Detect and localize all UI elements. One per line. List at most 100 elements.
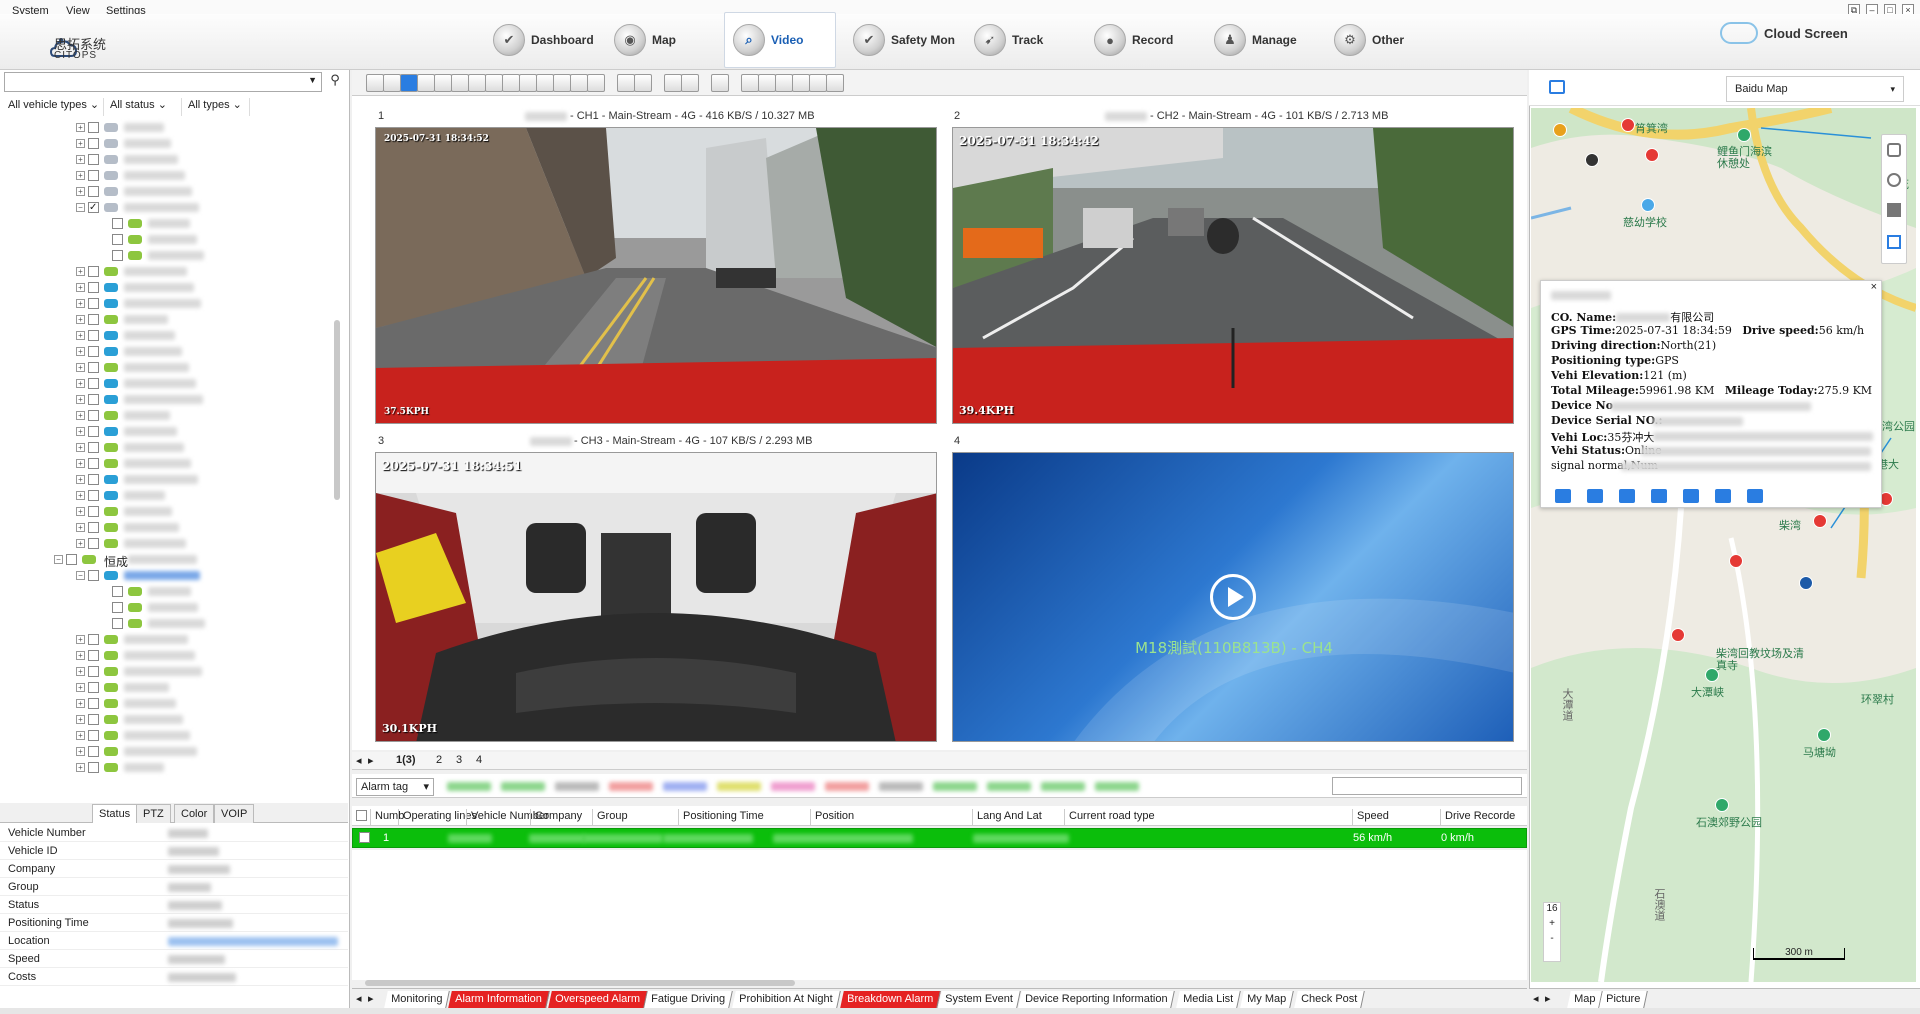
tree-item[interactable]: +	[0, 728, 340, 744]
tree-checkbox[interactable]	[88, 266, 99, 277]
status-filter[interactable]: All status ⌄	[106, 98, 182, 116]
nav-record[interactable]: ● Record	[1086, 12, 1181, 68]
column-header[interactable]: Lang And Lat	[972, 809, 1042, 825]
video-icon[interactable]	[1555, 489, 1571, 503]
tree-checkbox[interactable]	[112, 618, 123, 629]
tree-item[interactable]: − 恒成	[0, 552, 340, 569]
select-all-checkbox[interactable]	[356, 810, 367, 821]
tree-item[interactable]: − ✓	[0, 200, 340, 216]
play-icon[interactable]	[681, 74, 699, 92]
record-icon[interactable]	[741, 74, 759, 92]
layout-8-icon[interactable]	[434, 74, 452, 92]
tree-item[interactable]: +	[0, 456, 340, 472]
delete-icon[interactable]	[775, 74, 793, 92]
tree-item[interactable]	[0, 232, 340, 248]
tree-toggle-icon[interactable]: +	[76, 459, 85, 468]
layout-6-icon[interactable]	[417, 74, 435, 92]
satellite-icon[interactable]	[1887, 173, 1901, 187]
tree-item[interactable]: +	[0, 648, 340, 664]
tree-checkbox[interactable]	[112, 250, 123, 261]
tree-checkbox[interactable]	[88, 442, 99, 453]
tree-toggle-icon[interactable]: +	[76, 187, 85, 196]
tree-toggle-icon[interactable]: +	[76, 171, 85, 180]
tab-color[interactable]: Color	[174, 804, 215, 823]
tree-scrollbar[interactable]	[334, 320, 340, 500]
tree-checkbox[interactable]	[88, 730, 99, 741]
camera-icon[interactable]	[1683, 489, 1699, 503]
tree-item[interactable]: +	[0, 120, 340, 136]
tree-checkbox[interactable]	[88, 698, 99, 709]
file-icon[interactable]	[758, 74, 776, 92]
layout-4-icon[interactable]	[400, 74, 418, 92]
tree-checkbox[interactable]	[66, 554, 77, 565]
tree-item[interactable]: +	[0, 680, 340, 696]
tree-item[interactable]: +	[0, 152, 340, 168]
tab-map[interactable]: Map	[1567, 991, 1604, 1008]
tree-item[interactable]: +	[0, 136, 340, 152]
tree-checkbox[interactable]	[88, 394, 99, 405]
prev-icon[interactable]: ◂	[1533, 992, 1539, 1005]
tree-item[interactable]: +	[0, 440, 340, 456]
tree-toggle-icon[interactable]: +	[76, 747, 85, 756]
bottom-tab[interactable]: My Map	[1240, 991, 1294, 1008]
bottom-tab[interactable]: Check Post	[1294, 991, 1366, 1008]
list-icon[interactable]	[1747, 489, 1763, 503]
tree-toggle-icon[interactable]: +	[76, 507, 85, 516]
tree-checkbox[interactable]: ✓	[88, 202, 99, 213]
tree-item[interactable]: +	[0, 664, 340, 680]
tree-checkbox[interactable]	[88, 538, 99, 549]
tree-item[interactable]: +	[0, 504, 340, 520]
tree-item[interactable]: +	[0, 360, 340, 376]
tree-item[interactable]: +	[0, 536, 340, 552]
tree-item[interactable]	[0, 248, 340, 264]
vehicle-type-filter[interactable]: All vehicle types ⌄	[4, 98, 104, 116]
tree-item[interactable]: +	[0, 312, 340, 328]
page-tab[interactable]: 3	[456, 754, 462, 766]
bottom-tab[interactable]: Device Reporting Information	[1018, 991, 1176, 1008]
zoom-out-icon[interactable]: -	[1544, 933, 1560, 944]
window-icon[interactable]	[809, 74, 827, 92]
rotate-back-icon[interactable]	[553, 74, 571, 92]
tree-checkbox[interactable]	[88, 522, 99, 533]
tree-checkbox[interactable]	[112, 602, 123, 613]
video-tile-ch3[interactable]: 2025-07-31 18:34:51 30.1KPH	[375, 452, 937, 742]
tree-checkbox[interactable]	[88, 138, 99, 149]
screen-icon[interactable]	[617, 74, 635, 92]
prev-page-icon[interactable]: ◂	[356, 754, 362, 767]
tree-toggle-icon[interactable]: +	[76, 491, 85, 500]
tree-toggle-icon[interactable]: +	[76, 267, 85, 276]
3d-view-icon[interactable]	[1887, 203, 1901, 217]
tree-toggle-icon[interactable]: +	[76, 443, 85, 452]
map-provider-select[interactable]: Baidu Map ▾	[1726, 76, 1904, 102]
tree-checkbox[interactable]	[88, 506, 99, 517]
tree-item[interactable]	[0, 584, 340, 600]
bottom-tab[interactable]: Monitoring	[384, 991, 451, 1008]
tree-toggle-icon[interactable]: +	[76, 395, 85, 404]
row-checkbox[interactable]	[359, 832, 370, 843]
tree-item[interactable]	[0, 600, 340, 616]
tree-checkbox[interactable]	[88, 682, 99, 693]
column-header[interactable]: Current road type	[1064, 809, 1155, 825]
tab-voip[interactable]: VOIP	[214, 804, 255, 823]
tree-toggle-icon[interactable]: +	[76, 667, 85, 676]
tree-toggle-icon[interactable]: +	[76, 139, 85, 148]
traffic-icon[interactable]	[1887, 143, 1901, 157]
chat-icon[interactable]	[1619, 489, 1635, 503]
tree-toggle-icon[interactable]: +	[76, 299, 85, 308]
zoom-out-icon[interactable]	[519, 74, 537, 92]
tree-checkbox[interactable]	[88, 426, 99, 437]
tree-item[interactable]: +	[0, 168, 340, 184]
page-tab[interactable]: 2	[436, 754, 442, 766]
layout-2-icon[interactable]	[383, 74, 401, 92]
tree-toggle-icon[interactable]: −	[54, 555, 63, 564]
next-icon[interactable]: ▸	[368, 992, 374, 1005]
tree-toggle-icon[interactable]: +	[76, 379, 85, 388]
headset-icon[interactable]	[1651, 489, 1667, 503]
tree-toggle-icon[interactable]: −	[76, 203, 85, 212]
tree-item[interactable]: +	[0, 520, 340, 536]
nav-dashboard[interactable]: ✔ Dashboard	[485, 12, 602, 68]
stretch-icon[interactable]	[587, 74, 605, 92]
tree-item[interactable]: +	[0, 488, 340, 504]
video-tile-ch1[interactable]: 2025-07-31 18:34:52 37.5KPH	[375, 127, 937, 424]
tree-checkbox[interactable]	[88, 650, 99, 661]
